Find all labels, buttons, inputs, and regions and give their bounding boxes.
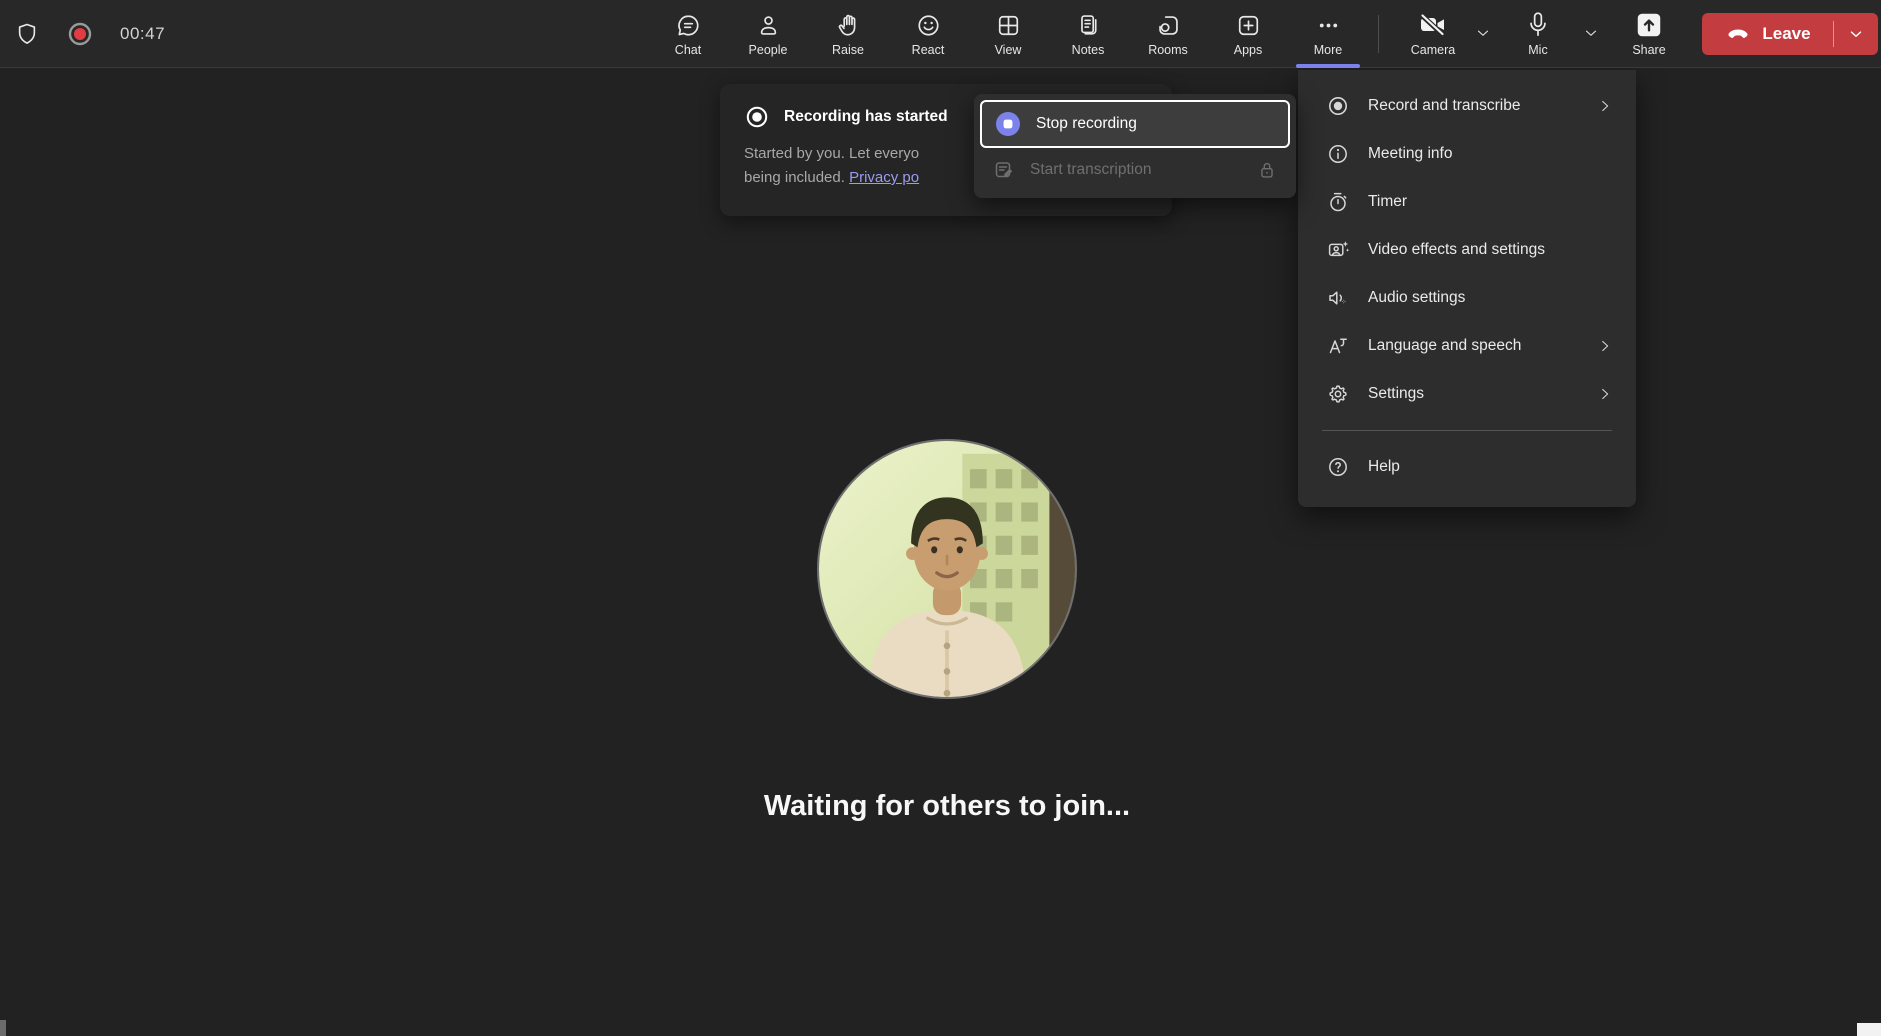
transcription-icon (992, 158, 1016, 182)
view-icon (995, 10, 1022, 40)
rooms-icon (1155, 10, 1182, 40)
toolbar-rooms-label: Rooms (1148, 43, 1188, 57)
camera-button[interactable]: Camera (1398, 0, 1468, 68)
more-icon (1315, 10, 1342, 40)
audio-settings-icon (1326, 286, 1350, 310)
menu-label: Video effects and settings (1368, 241, 1545, 258)
camera-off-icon (1417, 10, 1449, 40)
toolbar-rooms-button[interactable]: Rooms (1128, 0, 1208, 68)
toast-title: Recording has started (784, 108, 948, 125)
raise-hand-icon (835, 10, 862, 40)
toolbar-react-button[interactable]: React (888, 0, 968, 68)
menu-item-language-and-speech[interactable]: Language and speech (1298, 322, 1636, 370)
menu-item-help[interactable]: Help (1298, 443, 1636, 491)
chat-icon (675, 10, 702, 40)
menu-item-settings[interactable]: Settings (1298, 370, 1636, 418)
menu-divider (1322, 430, 1612, 431)
share-icon (1634, 10, 1664, 40)
privacy-policy-link[interactable]: Privacy po (849, 169, 919, 186)
hangup-icon (1724, 20, 1752, 48)
window-edge-artifact-right (1857, 1023, 1881, 1036)
menu-item-meeting-info[interactable]: Meeting info (1298, 130, 1636, 178)
menu-label: Help (1368, 458, 1400, 475)
menu-label: Language and speech (1368, 337, 1522, 354)
toolbar-people-button[interactable]: People (728, 0, 808, 68)
stop-recording-menu-item[interactable]: Stop recording (980, 100, 1290, 148)
record-icon (744, 104, 770, 130)
language-icon (1326, 334, 1350, 358)
toast-body-line1: Started by you. Let everyo (744, 145, 920, 162)
menu-label: Timer (1368, 193, 1408, 210)
waiting-message: Waiting for others to join... (763, 790, 1131, 822)
toolbar-react-label: React (911, 43, 945, 57)
help-icon (1326, 455, 1350, 479)
menu-item-audio-settings[interactable]: Audio settings (1298, 274, 1636, 322)
mic-label: Mic (1528, 43, 1548, 57)
menu-item-timer[interactable]: Timer (1298, 178, 1636, 226)
toolbar-chat-button[interactable]: Chat (648, 0, 728, 68)
start-transcription-label: Start transcription (1030, 161, 1152, 178)
meeting-timer: 00:47 (120, 24, 166, 43)
chevron-right-icon (1596, 337, 1614, 355)
stop-recording-icon (994, 110, 1022, 138)
leave-label: Leave (1762, 24, 1811, 43)
mic-options-chevron[interactable] (1576, 18, 1606, 48)
meeting-topbar: 00:47 Chat People Raise React View Notes… (0, 0, 1881, 68)
menu-label: Settings (1368, 385, 1425, 402)
react-icon (915, 10, 942, 40)
toolbar-raise-button[interactable]: Raise (808, 0, 888, 68)
record-icon (1326, 94, 1350, 118)
menu-label: Audio settings (1368, 289, 1466, 306)
toolbar-notes-label: Notes (1071, 43, 1105, 57)
camera-label: Camera (1410, 43, 1456, 57)
lock-icon (1256, 159, 1278, 181)
leave-options-chevron[interactable] (1834, 13, 1878, 55)
toolbar-chat-label: Chat (674, 43, 702, 57)
chevron-right-icon (1596, 97, 1614, 115)
mic-icon (1524, 10, 1552, 40)
notes-icon (1075, 10, 1102, 40)
settings-gear-icon (1326, 382, 1350, 406)
stop-recording-label: Stop recording (1036, 115, 1137, 132)
menu-label: Record and transcribe (1368, 97, 1521, 114)
menu-label: Meeting info (1368, 145, 1453, 162)
status-cluster: 00:47 (14, 0, 165, 68)
mic-button[interactable]: Mic (1508, 0, 1568, 68)
toolbar-notes-button[interactable]: Notes (1048, 0, 1128, 68)
share-label: Share (1632, 43, 1666, 57)
toolbar-nav: Chat People Raise React View Notes Rooms… (648, 0, 1368, 68)
toolbar-view-label: View (994, 43, 1022, 57)
more-active-indicator (1296, 64, 1360, 68)
leave-button[interactable]: Leave (1702, 13, 1833, 55)
share-button[interactable]: Share (1618, 0, 1680, 68)
participant-avatar (819, 441, 1075, 697)
recording-dropdown-menu: Stop recording Start transcription (974, 94, 1296, 198)
menu-item-video-effects[interactable]: Video effects and settings (1298, 226, 1636, 274)
chevron-right-icon (1596, 385, 1614, 403)
toolbar-more-label: More (1313, 43, 1343, 57)
toolbar-apps-button[interactable]: Apps (1208, 0, 1288, 68)
recording-indicator-icon (66, 20, 94, 48)
window-edge-artifact-left (0, 1020, 6, 1036)
toolbar-more-button[interactable]: More (1288, 0, 1368, 68)
shield-icon (14, 21, 40, 47)
toolbar-people-label: People (748, 43, 788, 57)
toolbar-apps-label: Apps (1233, 43, 1263, 57)
start-transcription-menu-item: Start transcription (980, 148, 1290, 192)
timer-icon (1326, 190, 1350, 214)
apps-icon (1235, 10, 1262, 40)
menu-item-record-and-transcribe[interactable]: Record and transcribe (1298, 82, 1636, 130)
toast-body-line2: being included. (744, 169, 850, 186)
more-menu: Record and transcribe Meeting info Timer… (1298, 70, 1636, 507)
toolbar-raise-label: Raise (832, 43, 864, 57)
video-effects-icon (1326, 238, 1350, 262)
camera-options-chevron[interactable] (1468, 18, 1498, 48)
toolbar-divider (1378, 15, 1379, 53)
info-icon (1326, 142, 1350, 166)
leave-button-group: Leave (1702, 13, 1878, 55)
people-icon (755, 10, 782, 40)
toolbar-view-button[interactable]: View (968, 0, 1048, 68)
